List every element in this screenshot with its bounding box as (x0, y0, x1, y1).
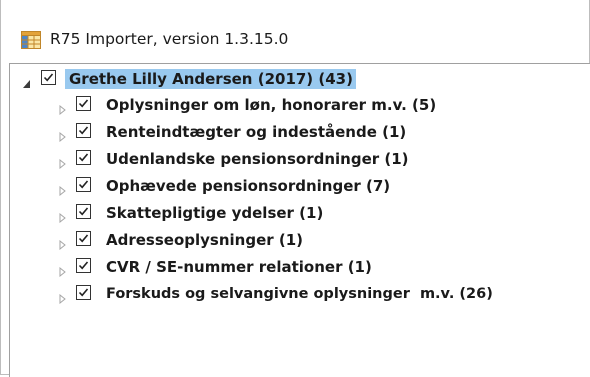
tree-node-label: Forskuds og selvangivne oplysninger m.v.… (106, 286, 493, 302)
checkbox-root[interactable] (41, 70, 56, 85)
tree-node-child[interactable]: Skattepligtige ydelser (1) (58, 202, 578, 224)
r75-importer-window: R75 Importer, version 1.3.15.0 Grethe Li… (0, 0, 590, 377)
window-title: R75 Importer, version 1.3.15.0 (50, 30, 289, 48)
checkbox[interactable] (76, 177, 91, 192)
checkbox[interactable] (76, 150, 91, 165)
checkbox[interactable] (76, 231, 91, 246)
checkbox[interactable] (76, 123, 91, 138)
tree-node-child[interactable]: Renteindtægter og indestående (1) (58, 121, 578, 143)
collapsed-triangle-icon[interactable] (58, 154, 68, 170)
title-bar: R75 Importer, version 1.3.15.0 (1, 0, 589, 62)
collapsed-triangle-icon[interactable] (58, 100, 68, 116)
tree-node-label: CVR / SE-nummer relationer (1) (106, 258, 372, 276)
checkbox[interactable] (76, 96, 91, 111)
tree-node-label: Udenlandske pensionsordninger (1) (106, 150, 409, 168)
collapsed-triangle-icon[interactable] (58, 262, 68, 278)
expanded-triangle-icon[interactable] (22, 74, 32, 88)
tree-node-label: Renteindtægter og indestående (1) (106, 123, 407, 141)
tree-node-label: Skattepligtige ydelser (1) (106, 204, 324, 222)
collapsed-triangle-icon[interactable] (58, 235, 68, 251)
collapsed-triangle-icon[interactable] (58, 127, 68, 143)
tree-node-label: Ophævede pensionsordninger (7) (106, 177, 391, 195)
tree-node-label: Adresseoplysninger (1) (106, 231, 304, 249)
tree-node-child[interactable]: Adresseoplysninger (1) (58, 229, 578, 251)
tree-node-root[interactable]: Grethe Lilly Andersen (2017) (43) (22, 68, 442, 90)
tree-node-child[interactable]: CVR / SE-nummer relationer (1) (58, 256, 578, 278)
tree-node-label: Grethe Lilly Andersen (2017) (43) (65, 69, 356, 89)
collapsed-triangle-icon[interactable] (58, 289, 68, 305)
tree-node-child[interactable]: Forskuds og selvangivne oplysninger m.v.… (58, 283, 583, 305)
table-app-icon (21, 31, 41, 49)
checkbox[interactable] (76, 204, 91, 219)
tree-node-child[interactable]: Udenlandske pensionsordninger (1) (58, 148, 578, 170)
tree-node-label: Oplysninger om løn, honorarer m.v. (5) (106, 96, 437, 114)
checkbox[interactable] (76, 258, 91, 273)
collapsed-triangle-icon[interactable] (58, 208, 68, 224)
collapsed-triangle-icon[interactable] (58, 181, 68, 197)
tree-node-child[interactable]: Oplysninger om løn, honorarer m.v. (5) (58, 94, 578, 116)
checkbox[interactable] (76, 285, 91, 300)
tree-view[interactable]: Grethe Lilly Andersen (2017) (43) Oplysn… (9, 63, 590, 377)
tree-node-child[interactable]: Ophævede pensionsordninger (7) (58, 175, 578, 197)
